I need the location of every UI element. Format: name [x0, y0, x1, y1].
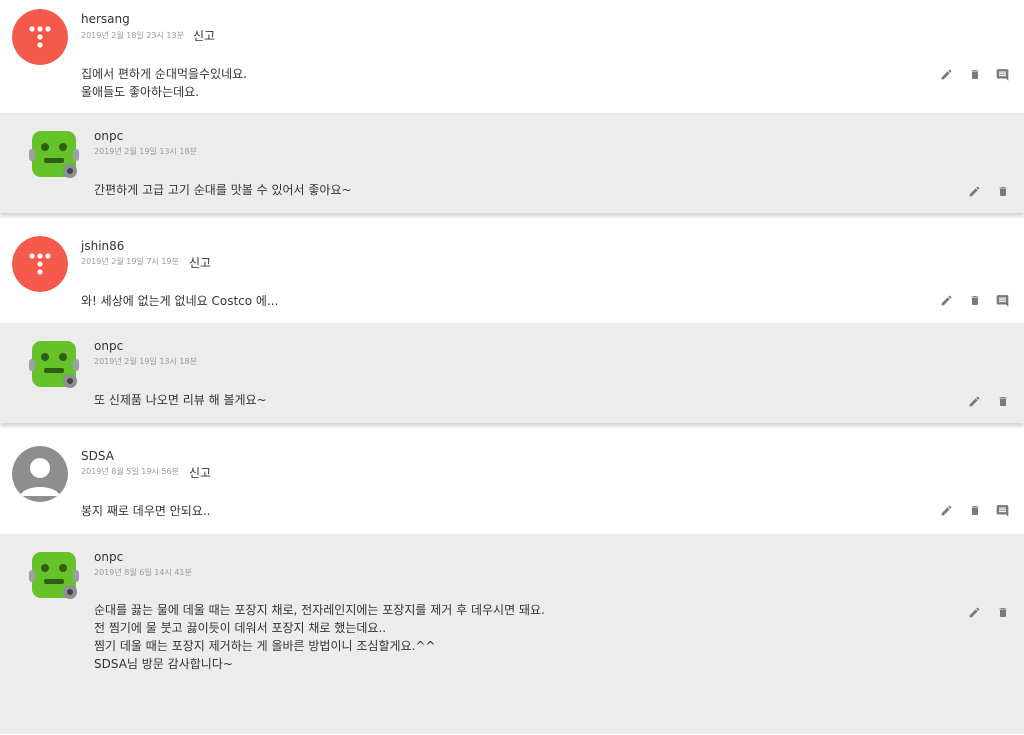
- reply-author[interactable]: onpc: [94, 339, 123, 353]
- thread-divider: [0, 213, 1024, 223]
- thread-divider: [0, 423, 1024, 433]
- reply-item: onpc 2019년 2월 19일 13시 18분 간편하게 고급 고기 순대를…: [0, 113, 1024, 213]
- comment-item: SDSA 2019년 8월 5일 19시 56분 신고 봉지 째로 데우면 안되…: [0, 433, 1024, 534]
- user-avatar[interactable]: [12, 9, 68, 65]
- reply-text: 순대를 끓는 물에 데울 때는 포장지 채로, 전자레인지에는 포장지를 제거 …: [94, 603, 545, 671]
- comment-text: 집에서 편하게 순대먹을수있네요. 울애들도 좋아하는데요.: [81, 67, 248, 99]
- comment-timestamp: 2019년 8월 5일 19시 56분: [81, 467, 179, 476]
- green-robot-icon: [29, 552, 79, 599]
- reply-timestamp: 2019년 8월 6일 14시 41분: [94, 568, 192, 577]
- reply-timestamp: 2019년 2월 19일 13시 18분: [94, 147, 197, 156]
- reply-comment-icon[interactable]: [995, 67, 1010, 82]
- report-link[interactable]: 신고: [189, 254, 211, 271]
- reply-actions: [967, 184, 1010, 199]
- edit-icon[interactable]: [967, 184, 982, 199]
- default-user-icon: [12, 446, 68, 502]
- reply-author[interactable]: onpc: [94, 129, 123, 143]
- comment-actions: [939, 293, 1010, 308]
- edit-icon[interactable]: [939, 67, 954, 82]
- delete-icon[interactable]: [995, 184, 1010, 199]
- green-robot-icon: [29, 341, 79, 388]
- user-avatar[interactable]: [26, 127, 82, 183]
- tistory-avatar-icon: [12, 9, 68, 65]
- delete-icon[interactable]: [967, 293, 982, 308]
- tistory-avatar-icon: [12, 236, 68, 292]
- user-avatar[interactable]: [12, 236, 68, 292]
- comment-actions: [939, 503, 1010, 518]
- delete-icon[interactable]: [995, 605, 1010, 620]
- comment-timestamp: 2019년 2월 19일 7시 19분: [81, 257, 179, 266]
- comment-text: 와! 세상에 없는게 없네요 Costco 에...: [81, 294, 279, 308]
- user-avatar[interactable]: [26, 337, 82, 393]
- comment-author[interactable]: jshin86: [81, 239, 124, 253]
- reply-item: onpc 2019년 8월 6일 14시 41분 순대를 끓는 물에 데울 때는…: [0, 534, 1024, 734]
- delete-icon[interactable]: [967, 67, 982, 82]
- reply-actions: [967, 605, 1010, 620]
- comment-timestamp: 2019년 2월 18일 23시 13분: [81, 31, 184, 40]
- reply-text: 간편하게 고급 고기 순대를 맛볼 수 있어서 좋아요~: [94, 183, 352, 197]
- reply-timestamp: 2019년 2월 19일 13시 18분: [94, 357, 197, 366]
- comment-item: jshin86 2019년 2월 19일 7시 19분 신고 와! 세상에 없는…: [0, 223, 1024, 323]
- user-avatar[interactable]: [26, 548, 82, 604]
- report-link[interactable]: 신고: [189, 464, 211, 481]
- comment-text: 봉지 째로 데우면 안되요..: [81, 504, 211, 518]
- report-link[interactable]: 신고: [193, 27, 215, 44]
- reply-comment-icon[interactable]: [995, 293, 1010, 308]
- comment-item: hersang 2019년 2월 18일 23시 13분 신고 집에서 편하게 …: [0, 0, 1024, 113]
- edit-icon[interactable]: [967, 394, 982, 409]
- delete-icon[interactable]: [967, 503, 982, 518]
- reply-comment-icon[interactable]: [995, 503, 1010, 518]
- edit-icon[interactable]: [967, 605, 982, 620]
- reply-text: 또 신제품 나오면 리뷰 해 볼게요~: [94, 393, 267, 407]
- reply-author[interactable]: onpc: [94, 550, 123, 564]
- comment-list: hersang 2019년 2월 18일 23시 13분 신고 집에서 편하게 …: [0, 0, 1024, 734]
- edit-icon[interactable]: [939, 293, 954, 308]
- comment-author[interactable]: SDSA: [81, 449, 114, 463]
- delete-icon[interactable]: [995, 394, 1010, 409]
- reply-actions: [967, 394, 1010, 409]
- user-avatar[interactable]: [12, 446, 68, 502]
- green-robot-icon: [29, 131, 79, 178]
- comment-author[interactable]: hersang: [81, 12, 130, 26]
- comment-actions: [939, 67, 1010, 82]
- reply-item: onpc 2019년 2월 19일 13시 18분 또 신제품 나오면 리뷰 해…: [0, 323, 1024, 423]
- edit-icon[interactable]: [939, 503, 954, 518]
